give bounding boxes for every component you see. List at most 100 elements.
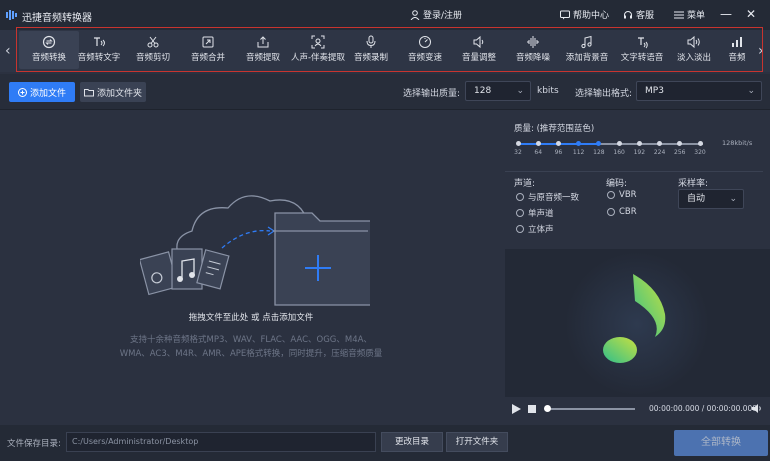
- minimize-button[interactable]: —: [719, 6, 733, 22]
- channel-option-stereo[interactable]: 立体声: [516, 223, 554, 235]
- tool-label: 音频变速: [407, 53, 442, 63]
- quality-tick-label: 224: [653, 149, 666, 156]
- samplerate-select[interactable]: 自动 ⌄: [678, 189, 744, 209]
- tool-text-to-speech[interactable]: 文字转语音: [612, 31, 672, 69]
- quality-tick-label: 64: [534, 149, 543, 156]
- hamburger-icon: [674, 11, 684, 18]
- quality-tick-label: 192: [633, 149, 646, 156]
- quality-tick-label: 160: [613, 149, 625, 156]
- quality-tick[interactable]: [616, 141, 622, 146]
- quality-tick[interactable]: [555, 141, 561, 146]
- quality-unit: kbits: [537, 86, 559, 96]
- add-folder-label: 添加文件夹: [96, 88, 142, 99]
- tool-label: 音量调整: [461, 53, 496, 63]
- chevron-down-icon: ⌄: [729, 194, 737, 204]
- music-note-icon: [565, 252, 709, 396]
- speaker-icon[interactable]: [751, 403, 763, 414]
- help-center-button[interactable]: 帮助中心: [560, 8, 609, 21]
- playback-progress-bar[interactable]: [545, 408, 635, 410]
- background-music-icon: [581, 35, 592, 49]
- radio-icon: [607, 191, 615, 199]
- tool-denoise[interactable]: 音频降噪: [503, 31, 563, 69]
- quality-tick-label: 112: [572, 149, 585, 156]
- encoding-option-label: VBR: [619, 190, 637, 200]
- app-logo-icon: [6, 10, 17, 20]
- tool-vocal-separate[interactable]: 人声-伴奏提取: [288, 31, 348, 69]
- microphone-icon: [366, 35, 376, 48]
- tool-audio-to-text[interactable]: 音频转文字: [69, 31, 129, 69]
- channel-option-label: 单声道: [528, 209, 554, 219]
- audio-preview: [505, 249, 770, 397]
- quality-tick-label: 256: [674, 149, 686, 156]
- playback-progress-handle[interactable]: [544, 405, 551, 412]
- change-directory-button[interactable]: 更改目录: [381, 432, 443, 452]
- quality-select[interactable]: 128 ⌄: [465, 81, 531, 101]
- play-icon[interactable]: [512, 404, 521, 414]
- playback-time: 00:00:00.000 / 00:00:00.000: [649, 404, 758, 413]
- audio-to-text-icon: [94, 37, 105, 47]
- quality-tick-label: 32: [514, 149, 522, 156]
- quality-tick[interactable]: [535, 141, 541, 146]
- quality-tick-label: 128: [593, 149, 605, 156]
- encoding-title: 编码:: [606, 179, 628, 189]
- quality-tick-label: 320: [694, 149, 706, 156]
- tool-fade[interactable]: 淡入淡出: [664, 31, 724, 69]
- fade-icon: [687, 35, 700, 49]
- service-button[interactable]: 客服: [623, 8, 654, 21]
- close-button[interactable]: ✕: [744, 6, 758, 22]
- menu-button[interactable]: 菜单: [674, 8, 705, 21]
- title-bar: [0, 0, 770, 30]
- bars-icon: [732, 37, 742, 47]
- tool-audio-more[interactable]: 音频: [718, 31, 756, 69]
- toolbar-scroll-left-icon[interactable]: ‹: [5, 43, 11, 59]
- save-path-input[interactable]: C:/Users/Administrator/Desktop: [66, 432, 376, 452]
- add-folder-button[interactable]: 添加文件夹: [80, 82, 146, 102]
- channel-option-mono[interactable]: 单声道: [516, 207, 554, 219]
- help-chat-icon: [560, 10, 570, 19]
- add-file-button[interactable]: 添加文件: [9, 82, 75, 102]
- drop-hint: 拖拽文件至此处 或 点击添加文件: [188, 313, 314, 323]
- tool-label: 淡入淡出: [676, 53, 711, 63]
- quality-current-value: 128kbit/s: [722, 139, 753, 147]
- tool-label: 音频合并: [190, 53, 225, 63]
- convert-all-button[interactable]: 全部转换: [674, 430, 768, 456]
- headset-icon: [624, 10, 632, 18]
- format-select[interactable]: MP3 ⌄: [636, 81, 762, 101]
- convert-icon: [42, 35, 56, 49]
- stop-icon[interactable]: [528, 405, 536, 413]
- login-button[interactable]: 登录/注册: [410, 8, 462, 21]
- open-folder-button[interactable]: 打开文件夹: [446, 432, 508, 452]
- tool-add-background[interactable]: 添加背景音: [557, 31, 617, 69]
- scissors-icon: [147, 36, 159, 48]
- tool-audio-cut[interactable]: 音频剪切: [123, 31, 183, 69]
- radio-icon: [516, 193, 524, 201]
- quality-tick[interactable]: [697, 141, 703, 146]
- radio-icon: [607, 208, 615, 216]
- close-icon: ✕: [745, 7, 757, 21]
- encoding-option-cbr[interactable]: CBR: [607, 207, 637, 217]
- encoding-option-vbr[interactable]: VBR: [607, 190, 637, 200]
- channel-option-label: 立体声: [528, 225, 554, 235]
- tool-audio-extract[interactable]: 音频提取: [233, 31, 293, 69]
- chevron-down-icon: ⌄: [516, 86, 524, 96]
- tool-label: 人声-伴奏提取: [290, 53, 346, 63]
- quality-tick[interactable]: [515, 141, 521, 146]
- quality-tick[interactable]: [636, 141, 642, 146]
- menu-label: 菜单: [687, 11, 706, 21]
- channel-option-original[interactable]: 与原音频一致: [516, 191, 579, 203]
- save-dir-label: 文件保存目录:: [7, 439, 61, 449]
- supported-formats-line2: WMA、AC3、M4R、AMR、APE格式转换，同时提升，压缩音频质量: [119, 349, 383, 359]
- tool-label: 音频剪切: [135, 53, 170, 63]
- quality-tick-label: 96: [554, 149, 563, 156]
- format-select-label: 选择输出格式:: [575, 89, 633, 99]
- user-icon: [410, 9, 420, 20]
- login-label: 登录/注册: [423, 11, 463, 21]
- service-label: 客服: [636, 11, 655, 21]
- tool-volume-adjust[interactable]: 音量调整: [449, 31, 509, 69]
- tool-audio-speed[interactable]: 音频变速: [395, 31, 455, 69]
- tool-audio-merge[interactable]: 音频合并: [178, 31, 238, 69]
- help-center-label: 帮助中心: [573, 11, 610, 21]
- drop-illustration-icon: [140, 195, 370, 306]
- extract-icon: [257, 36, 269, 48]
- tool-audio-record[interactable]: 音频录制: [341, 31, 401, 69]
